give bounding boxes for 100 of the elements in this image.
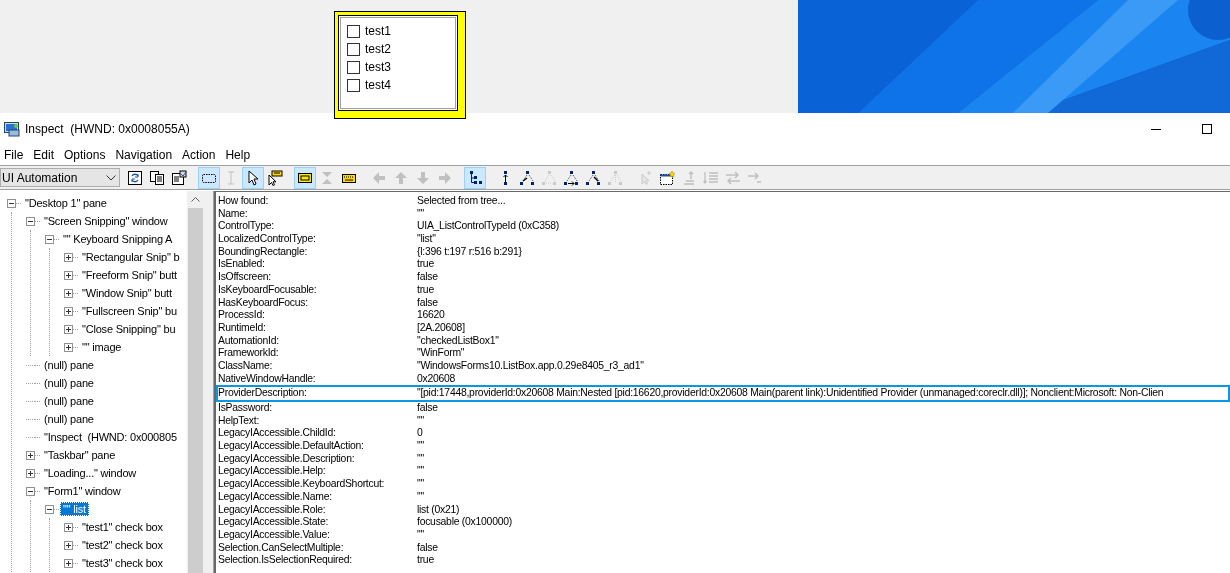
expand-box-icon[interactable] bbox=[65, 289, 72, 297]
tree-item[interactable]: "Taskbar" pane bbox=[41, 448, 119, 462]
property-name: FrameworkId: bbox=[218, 347, 280, 360]
property-name: Selection.IsSelectionRequired: bbox=[218, 554, 353, 567]
menu-item[interactable]: Action bbox=[178, 148, 222, 162]
checkbox[interactable] bbox=[347, 24, 360, 38]
menu-item[interactable]: Options bbox=[60, 148, 112, 162]
expand-box-icon[interactable] bbox=[65, 307, 72, 315]
property-name: LegacyIAccessible.State: bbox=[218, 516, 330, 529]
tree-item[interactable]: "Form1" window bbox=[41, 484, 124, 498]
property-value: "" bbox=[417, 465, 425, 479]
property-value: "[pid:17448,providerId:0x20608 Main:Nested [pid:16620,providerId:0x20608 Main(parent link):Unidentified Provider (unmanaged:coreclr.dll)]; Nonclient:Microsoft: Non-Clien bbox=[417, 387, 1165, 400]
tree-item[interactable]: "test1" check box bbox=[79, 520, 166, 534]
tree-item[interactable]: (null) pane bbox=[41, 358, 97, 372]
move-right-icon bbox=[747, 169, 763, 186]
maximize-icon[interactable] bbox=[1202, 124, 1212, 134]
property-name: Selection.CanSelectMultiple: bbox=[218, 541, 345, 555]
tree-item[interactable]: "Screen Snipping" window bbox=[41, 214, 171, 228]
property-name: ClassName: bbox=[218, 359, 274, 373]
tree-item[interactable]: "Close Snipping" bu bbox=[79, 322, 179, 336]
property-value: "" bbox=[417, 528, 425, 542]
right-arrow-icon bbox=[437, 169, 453, 186]
property-name: HasKeyboardFocus: bbox=[218, 296, 309, 310]
menu-item[interactable]: Navigation bbox=[111, 148, 179, 162]
dashed-rectangle-button[interactable] bbox=[198, 166, 220, 189]
property-value: UIA_ListControlTypeId (0xC358) bbox=[417, 220, 561, 234]
property-value: "" bbox=[417, 207, 425, 221]
menu-item[interactable]: Edit bbox=[29, 148, 61, 162]
expand-box-icon[interactable] bbox=[65, 271, 72, 279]
tree-button[interactable] bbox=[464, 166, 486, 189]
tree-item[interactable]: "Loading..." window bbox=[41, 466, 140, 480]
property-name: LegacyIAccessible.Description: bbox=[218, 452, 356, 466]
expand-box-icon[interactable] bbox=[65, 541, 72, 549]
scroll-up-icon[interactable] bbox=[191, 197, 200, 202]
expand-box-icon[interactable] bbox=[27, 451, 34, 459]
tree-item[interactable]: "" image bbox=[79, 340, 125, 354]
menu-item[interactable]: Help bbox=[221, 148, 257, 162]
property-name: LegacyIAccessible.ChildId: bbox=[218, 427, 337, 441]
checked-list-box[interactable]: test1 test2 test3 test4 bbox=[338, 15, 458, 111]
tree-item[interactable]: (null) pane bbox=[41, 376, 97, 390]
tree-item[interactable]: "Fullscreen Snip" bu bbox=[79, 304, 180, 318]
rectangle-button[interactable] bbox=[294, 166, 316, 189]
property-name: LegacyIAccessible.Value: bbox=[218, 528, 331, 542]
property-name: IsPassword: bbox=[218, 402, 273, 415]
property-name: IsKeyboardFocusable: bbox=[218, 283, 318, 297]
tree-item[interactable]: "Freeform Snip" butt bbox=[79, 268, 180, 282]
expand-box-icon[interactable] bbox=[65, 343, 72, 351]
expand-box-icon[interactable] bbox=[65, 253, 72, 261]
list-arrow-icon bbox=[703, 169, 719, 186]
property-name: LegacyIAccessible.DefaultAction: bbox=[218, 440, 365, 453]
copy-icon bbox=[149, 169, 165, 186]
property-name: LegacyIAccessible.Role: bbox=[218, 503, 327, 517]
property-value: 16620 bbox=[417, 309, 446, 322]
mode-dropdown[interactable]: UI Automation bbox=[0, 168, 120, 187]
property-name: How found: bbox=[218, 195, 270, 208]
property-value: Selected from tree... bbox=[417, 195, 507, 208]
property-name: ProcessId: bbox=[218, 309, 266, 322]
tree-item[interactable]: "Inspect (HWND: 0x000805 bbox=[41, 430, 180, 444]
property-value: {l:396 t:197 r:516 b:291} bbox=[417, 245, 523, 259]
property-name: RuntimeId: bbox=[218, 321, 267, 335]
tree-item[interactable]: "" Keyboard Snipping A bbox=[60, 232, 176, 246]
tree-item[interactable]: "Desktop 1" pane bbox=[22, 196, 110, 210]
pointer-button[interactable] bbox=[242, 166, 264, 189]
checkbox[interactable] bbox=[347, 42, 360, 56]
tree-item[interactable]: (null) pane bbox=[41, 394, 97, 408]
property-name: IsOffscreen: bbox=[218, 271, 272, 284]
tree-item[interactable]: "test2" check box bbox=[79, 538, 166, 552]
checkbox-label: test3 bbox=[365, 60, 391, 74]
property-name: NativeWindowHandle: bbox=[218, 372, 317, 386]
expand-box-icon[interactable] bbox=[65, 559, 72, 567]
properties-icon bbox=[171, 169, 187, 186]
tree-item[interactable]: "" list bbox=[60, 502, 89, 516]
expand-box-icon[interactable] bbox=[65, 325, 72, 333]
property-value: list (0x21) bbox=[417, 503, 461, 517]
tree-item[interactable]: "Window Snip" butt bbox=[79, 286, 175, 300]
property-value: "" bbox=[417, 414, 425, 428]
property-value: false bbox=[417, 402, 439, 415]
tree-item[interactable]: (null) pane bbox=[41, 412, 97, 426]
expand-box-icon[interactable] bbox=[65, 523, 72, 531]
pointer-icon bbox=[245, 169, 261, 186]
window-title: Inspect (HWND: 0x0008055A) bbox=[25, 122, 190, 136]
property-value: "" bbox=[417, 452, 425, 466]
property-name: LegacyIAccessible.KeyboardShortcut: bbox=[218, 478, 386, 491]
dot-triangle-icon bbox=[541, 169, 557, 186]
dot-triangle-icon bbox=[563, 169, 579, 186]
chevron-down-icon bbox=[106, 174, 116, 181]
menu-item[interactable]: File bbox=[0, 148, 30, 162]
swap-arrows-icon bbox=[725, 169, 741, 186]
expand-box-icon[interactable] bbox=[27, 469, 34, 477]
property-value: "" bbox=[417, 440, 425, 453]
tree-item[interactable]: "test3" check box bbox=[79, 556, 166, 570]
tree-item[interactable]: "Rectangular Snip" b bbox=[79, 250, 183, 264]
property-value: 0 bbox=[417, 427, 424, 441]
property-value: true bbox=[417, 554, 435, 567]
checkbox[interactable] bbox=[347, 60, 360, 74]
scrollbar[interactable] bbox=[187, 191, 204, 573]
up-arrow-icon bbox=[393, 169, 409, 186]
checkbox[interactable] bbox=[347, 78, 360, 92]
down-arrow-icon bbox=[415, 169, 431, 186]
property-value: false bbox=[417, 271, 439, 284]
